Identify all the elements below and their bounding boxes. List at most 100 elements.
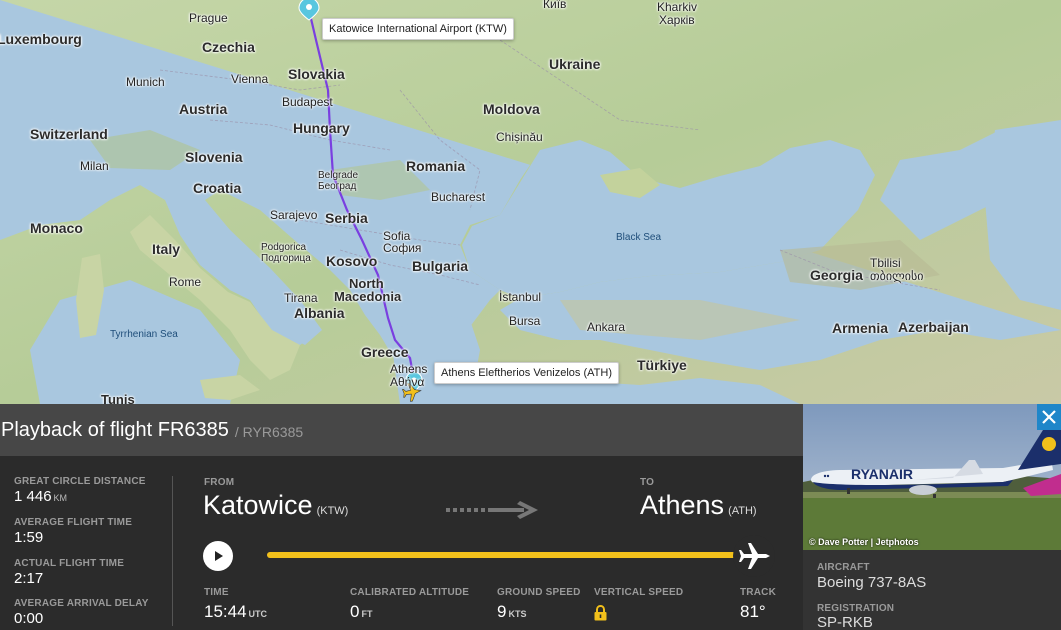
- ground-speed-value: 9: [497, 602, 507, 621]
- map-label-country: Slovenia: [185, 149, 243, 165]
- panel-divider: [172, 476, 173, 626]
- flight-stats: GREAT CIRCLE DISTANCE 1 446 KM AVERAGE FL…: [0, 456, 172, 630]
- destination-city-name: Athens: [640, 490, 725, 520]
- playback-progress-fill: [267, 552, 757, 558]
- map-label-country: Bulgaria: [412, 258, 469, 274]
- flight-map[interactable]: Luxembourg Prague Czechia Munich Vienna …: [0, 0, 1061, 404]
- livery-text: RYANAIR: [851, 466, 913, 482]
- map-label-country: Ukraine: [549, 56, 601, 72]
- map-label-city: Athens: [390, 362, 428, 376]
- map-label-country: Macedonia: [334, 289, 402, 304]
- live-label-track: TRACK: [740, 587, 776, 598]
- live-label-ground-speed: GROUND SPEED: [497, 587, 581, 598]
- stat-label: AVERAGE ARRIVAL DELAY: [14, 598, 149, 609]
- map-label-city: Београд: [318, 181, 357, 192]
- map-label-country: Georgia: [810, 267, 863, 283]
- close-icon: [1042, 410, 1056, 424]
- stat-value: 1 446: [14, 488, 52, 505]
- map-label-city: Bursa: [509, 314, 541, 328]
- stat-average-flight-time: AVERAGE FLIGHT TIME 1:59: [14, 517, 132, 546]
- destination-airport-tooltip[interactable]: Athens Eleftherios Venizelos (ATH): [434, 362, 619, 384]
- map-label-city: İstanbul: [499, 290, 542, 304]
- photo-credit[interactable]: © Dave Potter | Jetphotos: [809, 537, 919, 547]
- map-label-city: Bucharest: [431, 190, 486, 204]
- origin-code: (KTW): [316, 505, 349, 517]
- destination-city[interactable]: Athens (ATH): [640, 490, 757, 521]
- stat-label: AVERAGE FLIGHT TIME: [14, 517, 133, 528]
- lock-icon: [594, 605, 607, 621]
- flight-playback-panel: Playback of flight FR6385 / RYR6385 GREA…: [0, 404, 803, 630]
- map-label-country: Croatia: [193, 180, 242, 196]
- origin-airport-tooltip[interactable]: Katowice International Airport (KTW): [322, 18, 514, 40]
- stat-great-circle-distance: GREAT CIRCLE DISTANCE 1 446 KM: [14, 476, 146, 505]
- live-value-track: 81°: [740, 602, 766, 621]
- map-label-country: Austria: [179, 101, 228, 117]
- origin-city[interactable]: Katowice (KTW): [203, 490, 348, 521]
- live-value-time: 15:44 UTC: [204, 602, 267, 622]
- stat-unit: KM: [53, 493, 68, 503]
- stat-actual-flight-time: ACTUAL FLIGHT TIME 2:17: [14, 558, 124, 587]
- map-label-country: Slovakia: [288, 66, 345, 82]
- panel-header: Playback of flight FR6385 / RYR6385: [0, 404, 803, 456]
- map-label-country: Albania: [294, 305, 345, 321]
- stat-average-arrival-delay: AVERAGE ARRIVAL DELAY 0:00: [14, 598, 149, 627]
- stat-value: 0:00: [14, 610, 44, 627]
- time-value: 15:44: [204, 602, 247, 621]
- playback-progress-bar[interactable]: [267, 552, 757, 558]
- map-label-city: Belgrade: [318, 170, 359, 181]
- ground-speed-unit: KTS: [508, 609, 527, 619]
- map-label-country: Armenia: [832, 320, 889, 336]
- map-terrain: [0, 0, 1061, 404]
- map-label-country: Moldova: [483, 101, 540, 117]
- map-label-country: Türkiye: [637, 357, 687, 373]
- map-label-city: თბილისი: [870, 269, 924, 283]
- map-label-country: Luxembourg: [0, 31, 82, 47]
- play-icon: [215, 551, 223, 561]
- from-label: FROM: [204, 477, 235, 488]
- map-label-city: Sarajevo: [270, 208, 318, 222]
- time-unit: UTC: [248, 609, 268, 619]
- map-label-city: Milan: [80, 159, 109, 173]
- registration-label: REGISTRATION: [817, 603, 895, 614]
- map-label-city: Tirana: [284, 291, 318, 305]
- live-label-altitude: CALIBRATED ALTITUDE: [350, 587, 470, 598]
- map-label-country: Hungary: [293, 120, 350, 136]
- close-button[interactable]: [1037, 404, 1061, 430]
- map-label-country: Romania: [406, 158, 466, 174]
- aircraft-info: AIRCRAFT Boeing 737-8AS REGISTRATION SP-…: [803, 550, 1061, 630]
- altitude-value: 0: [350, 602, 360, 621]
- playback-aircraft-handle-icon[interactable]: [732, 534, 776, 578]
- aircraft-type[interactable]: Boeing 737-8AS: [817, 574, 926, 591]
- map-label-city: Kharkiv: [657, 0, 698, 14]
- map-label-country: Italy: [152, 241, 181, 257]
- map-label-water: Black Sea: [616, 232, 662, 243]
- map-label-city: Budapest: [282, 95, 333, 109]
- destination-code: (ATH): [728, 505, 757, 517]
- play-button[interactable]: [203, 541, 233, 571]
- map-label-city: Київ: [543, 0, 567, 11]
- map-label-city: Podgorica: [261, 242, 307, 253]
- map-label-country: Greece: [361, 344, 409, 360]
- aircraft-photo[interactable]: RYANAIR © Dave Potter | Jetphotos: [803, 404, 1061, 550]
- map-label-country: Czechia: [202, 39, 255, 55]
- stat-label: GREAT CIRCLE DISTANCE: [14, 476, 146, 487]
- map-label-country: Monaco: [30, 220, 83, 236]
- map-label-city: Tbilisi: [870, 256, 901, 270]
- registration-value[interactable]: SP-RKB: [817, 614, 873, 630]
- map-label-city: Vienna: [231, 72, 269, 86]
- map-label-city: Munich: [126, 75, 165, 89]
- live-value-ground-speed: 9 KTS: [497, 602, 526, 622]
- map-label-city: Prague: [189, 11, 228, 25]
- route-arrow-icon: [446, 501, 538, 519]
- altitude-unit: FT: [361, 609, 373, 619]
- flight-callsign: / RYR6385: [234, 424, 304, 440]
- map-label-city: Харків: [659, 13, 695, 27]
- stat-value: 1:59: [14, 529, 44, 546]
- to-label: TO: [640, 477, 655, 488]
- live-label-vertical-speed: VERTICAL SPEED: [594, 587, 684, 598]
- aircraft-photo-image: RYANAIR: [803, 404, 1061, 550]
- map-label-city: Chișinău: [496, 130, 543, 144]
- origin-city-name: Katowice: [203, 490, 313, 520]
- map-label-city: Tunis: [101, 392, 135, 404]
- map-label-water: Tyrrhenian Sea: [110, 329, 178, 340]
